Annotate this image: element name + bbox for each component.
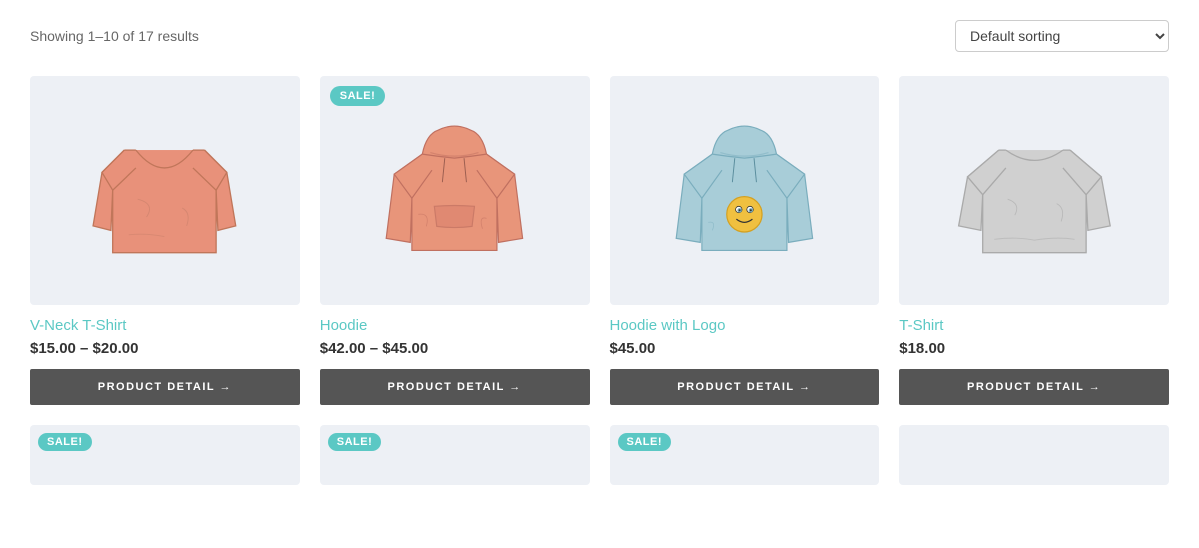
bottom-sale-badge-3: Sale! <box>618 433 672 451</box>
bottom-sale-badge-1: Sale! <box>38 433 92 451</box>
product-name-tshirt[interactable]: T-Shirt <box>899 317 1169 334</box>
bottom-card-2: Sale! <box>320 425 590 485</box>
product-image-tshirt[interactable] <box>899 76 1169 305</box>
product-price-vneck: $15.00 – $20.00 <box>30 340 300 357</box>
product-detail-btn-vneck[interactable]: PRODUCT DETAIL → <box>30 369 300 405</box>
bottom-card-4 <box>899 425 1169 485</box>
product-image-hoodie-logo[interactable] <box>610 76 880 305</box>
bottom-row: Sale! Sale! Sale! <box>30 425 1169 485</box>
bottom-card-3: Sale! <box>610 425 880 485</box>
product-name-hoodie[interactable]: Hoodie <box>320 317 590 334</box>
product-card-tshirt: T-Shirt $18.00 PRODUCT DETAIL → <box>899 76 1169 405</box>
product-name-hoodie-logo[interactable]: Hoodie with Logo <box>610 317 880 334</box>
product-detail-btn-hoodie-logo[interactable]: PRODUCT DETAIL → <box>610 369 880 405</box>
product-card-hoodie: Sale! <box>320 76 590 405</box>
top-bar: Showing 1–10 of 17 results Default sorti… <box>30 20 1169 52</box>
results-count: Showing 1–10 of 17 results <box>30 28 199 44</box>
product-detail-btn-tshirt[interactable]: PRODUCT DETAIL → <box>899 369 1169 405</box>
hoodie-illustration <box>360 110 549 270</box>
product-card-vneck: V-Neck T-Shirt $15.00 – $20.00 PRODUCT D… <box>30 76 300 405</box>
sale-badge-hoodie: Sale! <box>330 86 386 106</box>
product-price-hoodie: $42.00 – $45.00 <box>320 340 590 357</box>
tshirt-illustration <box>940 110 1129 270</box>
product-card-hoodie-logo: Hoodie with Logo $45.00 PRODUCT DETAIL → <box>610 76 880 405</box>
product-image-hoodie[interactable]: Sale! <box>320 76 590 305</box>
product-name-vneck[interactable]: V-Neck T-Shirt <box>30 317 300 334</box>
hoodie-logo-illustration <box>650 110 839 270</box>
bottom-card-1: Sale! <box>30 425 300 485</box>
sort-select[interactable]: Default sortingSort by popularitySort by… <box>955 20 1169 52</box>
product-grid: V-Neck T-Shirt $15.00 – $20.00 PRODUCT D… <box>30 76 1169 405</box>
vneck-tshirt-illustration <box>70 110 259 270</box>
product-price-hoodie-logo: $45.00 <box>610 340 880 357</box>
product-detail-btn-hoodie[interactable]: PRODUCT DETAIL → <box>320 369 590 405</box>
bottom-sale-badge-2: Sale! <box>328 433 382 451</box>
product-price-tshirt: $18.00 <box>899 340 1169 357</box>
product-image-vneck[interactable] <box>30 76 300 305</box>
